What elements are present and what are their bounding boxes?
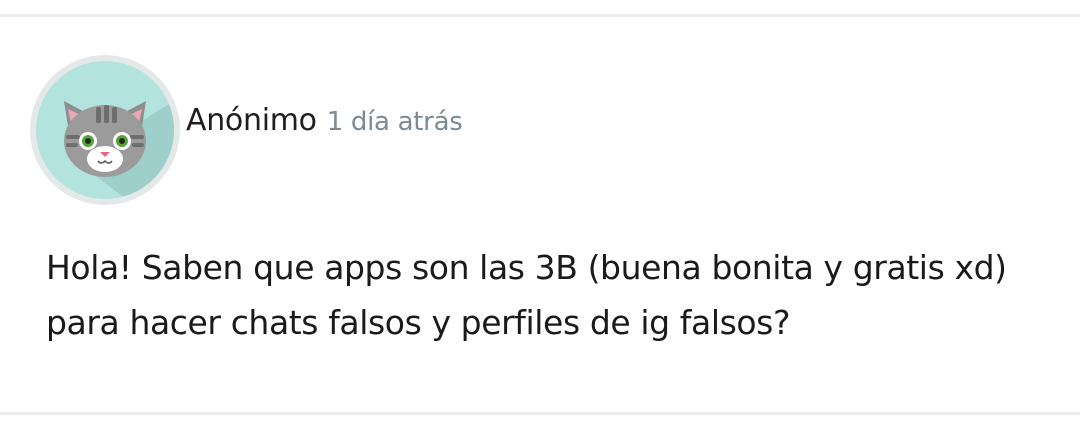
author-name[interactable]: Anónimo xyxy=(186,103,317,138)
post-body: Hola! Saben que apps son las 3B (buena b… xyxy=(46,240,1046,350)
post-page: Anónimo 1 día atrás Hola! Saben que apps… xyxy=(0,0,1080,427)
post-body-line: Hola! Saben que apps son las 3B (buena b… xyxy=(46,248,1007,287)
post-card: Anónimo 1 día atrás xyxy=(0,17,1080,412)
bottom-divider xyxy=(0,412,1080,415)
avatar-image xyxy=(36,61,174,199)
avatar[interactable] xyxy=(30,55,180,205)
post-body-line: para hacer chats falsos y perfiles de ig… xyxy=(46,303,791,342)
cat-avatar-icon xyxy=(64,101,174,199)
post-timestamp: 1 día atrás xyxy=(326,107,463,137)
post-meta: Anónimo 1 día atrás xyxy=(186,103,463,153)
